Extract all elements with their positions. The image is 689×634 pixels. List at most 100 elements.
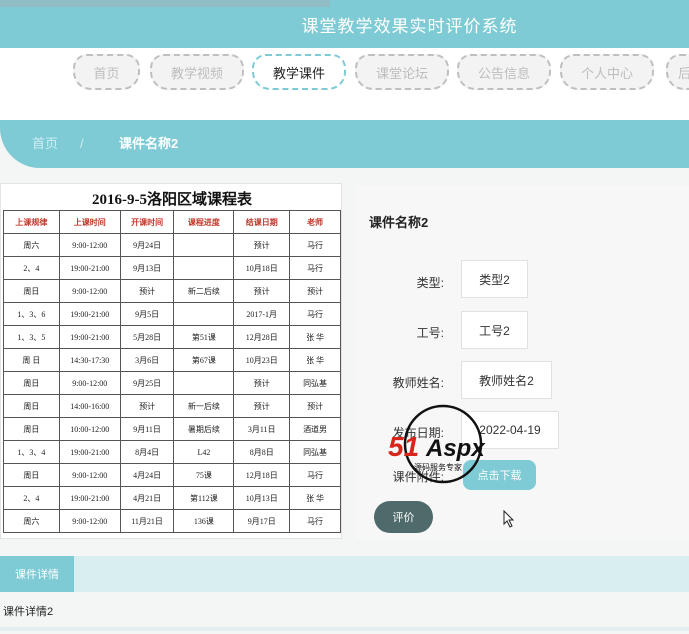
schedule-cell: 新二后续 [173,279,235,303]
schedule-cell: 1、3、5 [3,325,60,349]
bottom-divider [0,627,689,631]
download-button[interactable]: 点击下载 [463,460,536,490]
schedule-cell: 12月28日 [233,325,291,349]
schedule-cell [173,256,235,280]
date-label: 发布日期: [392,426,444,440]
schedule-cell: 预计 [119,279,175,303]
review-button[interactable]: 评价 [374,501,433,533]
schedule-cell: 周六 [3,509,60,533]
schedule-row: 2、4 19:00-21:00 4月21日 第112课 10月13日张 华 [3,486,341,510]
schedule-header-cell: 上课时间 [58,210,121,234]
schedule-cell: 9:00-12:00 [58,233,121,257]
schedule-cell: 9月24日 [119,233,175,257]
schedule-cell: 9月13日 [119,256,175,280]
schedule-cell: 马行 [289,233,341,257]
schedule-cell: 1、3、6 [3,302,60,326]
schedule-cell: 新一后续 [173,394,235,418]
schedule-cell: 酒道男 [289,417,341,441]
schedule-cell: 马行 [289,302,341,326]
schedule-cell: 周日 [3,371,60,395]
teacher-value: 教师姓名2 [461,361,552,399]
schedule-cell: 9月11日 [119,417,175,441]
nav-item-teaching-video[interactable]: 教学视频 [150,54,244,90]
schedule-cell: 3月6日 [119,348,175,372]
attachment-label: 课件附件: [392,470,444,484]
schedule-row: 周六 9:00-12:00 9月24日 预计 马行 [3,233,341,257]
schedule-cell: 周六 [3,233,60,257]
main-nav: 首页 教学视频 教学课件 课堂论坛 公告信息 个人中心 后 [0,48,689,120]
schedule-cell: 预计 [233,394,291,418]
schedule-cell: 4月24日 [119,463,175,487]
schedule-cell: 预计 [289,394,341,418]
schedule-cell: 19:00-21:00 [58,440,121,464]
nav-item-courseware[interactable]: 教学课件 [252,54,346,90]
schedule-cell [173,371,235,395]
type-value: 类型2 [461,260,528,298]
schedule-cell: 预计 [233,371,291,395]
schedule-cell: 14:00-16:00 [58,394,121,418]
schedule-row: 2、4 19:00-21:00 9月13日 10月18日 马行 [3,256,341,280]
schedule-row: 1、3、5 19:00-21:00 5月28日 第51课 12月28日张 华 [3,325,341,349]
breadcrumb-current: 课件名称2 [119,136,179,151]
nav-item-forum[interactable]: 课堂论坛 [355,54,449,90]
schedule-cell: 张 华 [289,486,341,510]
breadcrumb-separator: / [80,136,84,151]
schedule-cell: 张 华 [289,325,341,349]
schedule-cell: 周日 [3,279,60,303]
schedule-cell: 预计 [233,233,291,257]
mouse-cursor-icon [503,510,515,528]
tab-courseware-detail[interactable]: 课件详情 [0,556,74,592]
courseware-title: 课件名称2 [369,215,429,230]
schedule-cell: 暑期后续 [173,417,235,441]
schedule-cell: 2、4 [3,486,60,510]
breadcrumb-home-link[interactable]: 首页 [32,120,58,168]
schedule-cell: 75课 [173,463,235,487]
schedule-cell: 19:00-21:00 [58,256,121,280]
schedule-cell: 预计 [289,279,341,303]
schedule-cell: 10:00-12:00 [58,417,121,441]
schedule-cell: 9:00-12:00 [58,279,121,303]
teacher-label: 教师姓名: [392,376,444,390]
schedule-cell: 3月11日 [233,417,291,441]
schedule-cell: 2、4 [3,256,60,280]
schedule-cell: 10月23日 [233,348,291,372]
schedule-cell: 10月13日 [233,486,291,510]
schedule-cell: 第112课 [173,486,235,510]
id-label: 工号: [416,326,444,340]
schedule-row: 周日 9:00-12:00 4月24日 75课 12月18日 马行 [3,463,341,487]
schedule-cell: 预计 [119,394,175,418]
schedule-header-cell: 结课日期 [233,210,291,234]
schedule-row: 周日 9:00-12:00 预计 新二后续 预计 预计 [3,279,341,303]
nav-item-backend[interactable]: 后 [666,54,689,90]
schedule-header-cell: 上课规律 [3,210,60,234]
schedule-table: 上课规律 上课时间 开课时间 课程进度 结课日期 老师 周六 9:00-12:00… [3,210,341,533]
schedule-cell: 预计 [233,279,291,303]
schedule-header-cell: 老师 [289,210,341,234]
schedule-cell: 14:30-17:30 [58,348,121,372]
schedule-cell: 8月4日 [119,440,175,464]
schedule-cell: 同弘基 [289,440,341,464]
schedule-cell: 周 日 [3,348,60,372]
schedule-row: 周日 10:00-12:00 9月11日 暑期后续 3月11日 酒道男 [3,417,341,441]
schedule-cell: 周日 [3,394,60,418]
schedule-cell: L42 [173,440,235,464]
schedule-cell: 1、3、4 [3,440,60,464]
schedule-cell: 2017-1月 [233,302,291,326]
schedule-cell: 9:00-12:00 [58,371,121,395]
schedule-cell: 19:00-21:00 [58,486,121,510]
schedule-row: 周日 14:00-16:00 预计 新一后续 预计 预计 [3,394,341,418]
nav-item-personal-center[interactable]: 个人中心 [560,54,654,90]
nav-item-home[interactable]: 首页 [73,54,140,90]
nav-item-announcements[interactable]: 公告信息 [457,54,551,90]
schedule-header-cell: 课程进度 [173,210,235,234]
app-title: 课堂教学效果实时评价系统 [301,16,518,36]
schedule-cell: 9月25日 [119,371,175,395]
schedule-cell: 同弘基 [289,371,341,395]
schedule-cell: 周日 [3,417,60,441]
schedule-cell: 136课 [173,509,235,533]
schedule-cell: 8月8日 [233,440,291,464]
schedule-title: 2016-9-5洛阳区域课程表 [92,192,252,208]
schedule-cell: 张 华 [289,348,341,372]
schedule-cell: 9月5日 [119,302,175,326]
schedule-cell: 马行 [289,509,341,533]
